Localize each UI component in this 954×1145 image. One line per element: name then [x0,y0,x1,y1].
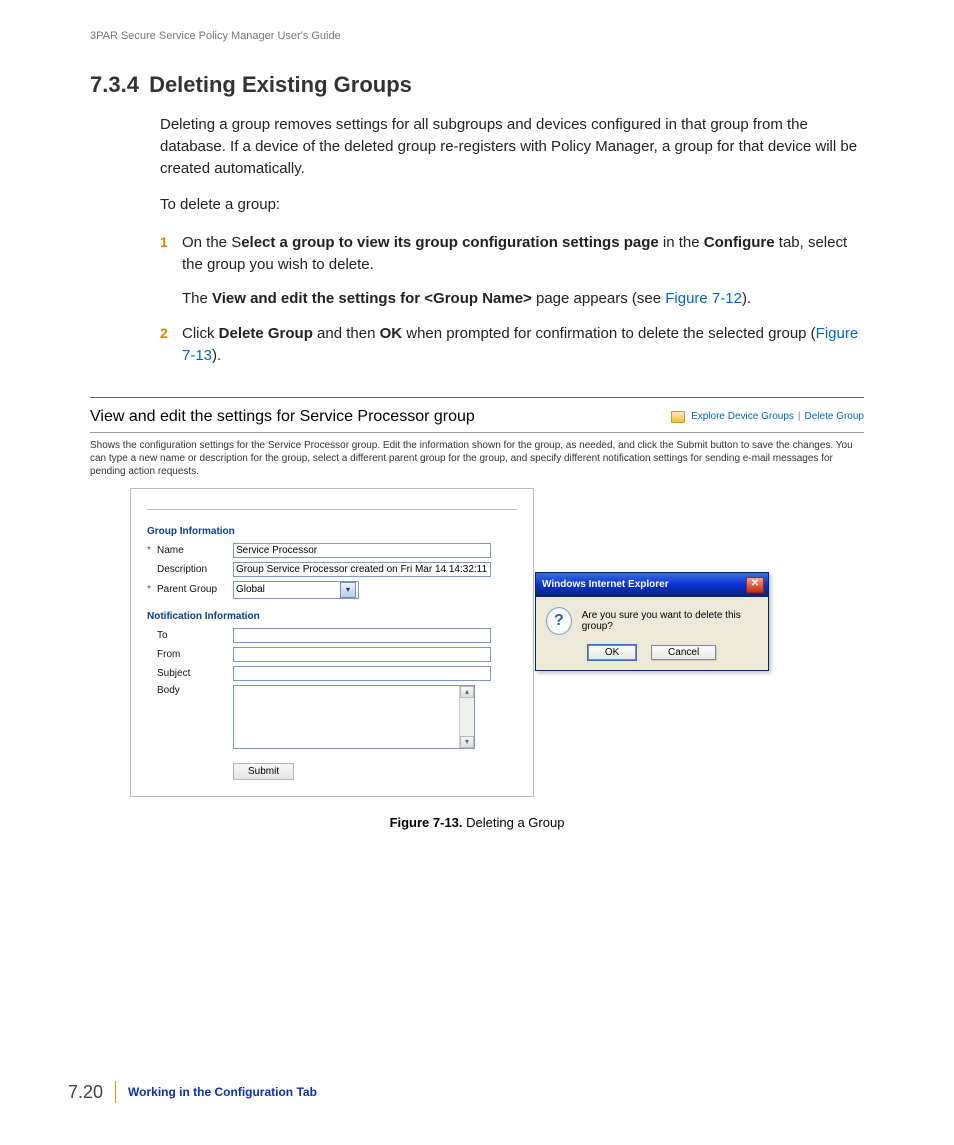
figure-description: Shows the configuration settings for the… [90,439,864,478]
dialog-message: Are you sure you want to delete this gro… [582,610,758,632]
step-1-sub-end: ). [742,290,751,307]
step-1-bold2: Configure [704,234,775,251]
figure-top-rule [90,397,864,398]
intro-paragraph: Deleting a group removes settings for al… [160,114,864,179]
step-2-bold1: Delete Group [219,325,313,342]
step-1-sub-bold: View and edit the settings for <Group Na… [212,290,532,307]
folder-icon [671,411,685,423]
explore-device-groups-link[interactable]: Explore Device Groups [691,411,794,422]
step-1: 1 On the Select a group to view its grou… [160,232,864,309]
running-header: 3PAR Secure Service Policy Manager User'… [90,30,864,42]
submit-button[interactable]: Submit [233,763,294,780]
question-icon: ? [546,607,572,635]
panel-inner-rule [147,509,517,510]
chevron-down-icon: ▾ [340,582,356,598]
delete-group-link[interactable]: Delete Group [805,411,864,422]
dialog-title-text: Windows Internet Explorer [542,579,669,590]
from-label: From [147,649,233,660]
step-1-bold1: elect a group to view its group configur… [241,234,659,251]
step-2: 2 Click Delete Group and then OK when pr… [160,323,864,367]
parent-group-value: Global [236,584,265,595]
scroll-down-icon[interactable]: ▾ [460,736,474,748]
footer-chapter: Working in the Configuration Tab [128,1085,317,1099]
figure-caption: Figure 7-13. Deleting a Group [90,815,864,830]
step-1-sub: The View and edit the settings for <Grou… [182,288,864,310]
step-number: 1 [160,232,168,252]
group-settings-panel: Group Information Name Description Paren… [130,488,534,797]
step-2-pre: Click [182,325,219,342]
to-label: To [147,630,233,641]
subject-label: Subject [147,668,233,679]
page-footer: 7.20 Working in the Configuration Tab [68,1081,317,1103]
step-number: 2 [160,323,168,343]
name-input[interactable] [233,543,491,558]
step-2-mid2: when prompted for confirmation to delete… [402,325,816,342]
step-2-bold2: OK [380,325,403,342]
group-information-heading: Group Information [147,526,517,537]
body-label: Body [147,685,233,696]
step-2-text: Click Delete Group and then OK when prom… [182,325,858,364]
step-1-text: On the Select a group to view its group … [182,234,847,273]
description-label: Description [147,564,233,575]
parent-group-select[interactable]: Global ▾ [233,581,359,599]
from-input[interactable] [233,647,491,662]
figure-caption-label: Figure 7-13. [390,815,463,830]
parent-group-label: Parent Group [147,584,233,595]
step-1-sub-pre: The [182,290,212,307]
step-2-end: ). [212,347,221,364]
section-number: 7.3.4 [90,72,139,97]
dialog-titlebar: Windows Internet Explorer ✕ [536,573,768,597]
section-heading: 7.3.4 Deleting Existing Groups [90,72,864,98]
to-input[interactable] [233,628,491,643]
footer-divider [115,1081,116,1103]
lead-in: To delete a group: [160,194,864,216]
notification-information-heading: Notification Information [147,611,517,622]
figure-caption-text: Deleting a Group [463,815,565,830]
step-1-mid1: in the [659,234,704,251]
xref-figure-7-12[interactable]: Figure 7-12 [665,290,742,307]
scroll-up-icon[interactable]: ▴ [460,686,474,698]
subject-input[interactable] [233,666,491,681]
body-textarea[interactable]: ▴ ▾ [233,685,475,749]
figure-title: View and edit the settings for Service P… [90,408,475,426]
page-number: 7.20 [68,1082,103,1103]
ok-button[interactable]: OK [588,645,636,660]
link-separator: | [798,411,801,422]
name-label: Name [147,545,233,556]
description-input[interactable] [233,562,491,577]
cancel-button[interactable]: Cancel [651,645,716,660]
step-1-sub-mid: page appears (see [532,290,665,307]
step-1-pre: On the S [182,234,241,251]
confirm-dialog: Windows Internet Explorer ✕ ? Are you su… [535,572,769,671]
figure-header: View and edit the settings for Service P… [90,404,864,433]
section-title-text: Deleting Existing Groups [149,72,412,97]
step-2-mid1: and then [313,325,380,342]
textarea-scrollbar[interactable]: ▴ ▾ [459,686,474,748]
close-icon[interactable]: ✕ [746,577,764,593]
